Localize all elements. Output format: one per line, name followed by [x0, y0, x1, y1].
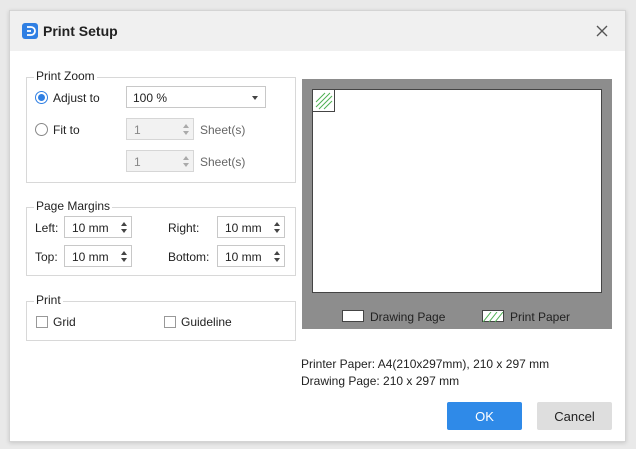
fit-to-height-value: 1: [134, 155, 141, 169]
stepper-down-icon[interactable]: [274, 229, 280, 233]
grid-checkbox[interactable]: [36, 316, 48, 328]
left-margin-label: Left:: [35, 221, 59, 235]
bottom-margin-label: Bottom:: [168, 250, 210, 264]
adjust-to-radio[interactable]: [35, 91, 48, 104]
stepper-up-icon[interactable]: [183, 124, 189, 128]
drawing-page-preview: [313, 90, 335, 112]
fit-to-height-stepper[interactable]: 1: [126, 150, 194, 172]
top-margin-label: Top:: [35, 250, 58, 264]
bottom-margin-stepper[interactable]: 10 mm: [217, 245, 285, 267]
dialog-title: Print Setup: [43, 23, 118, 39]
top-margin-value: 10 mm: [72, 250, 109, 264]
fit-to-radio[interactable]: [35, 123, 48, 136]
sheets-label-2: Sheet(s): [200, 155, 246, 169]
right-margin-value: 10 mm: [225, 221, 262, 235]
adjust-to-label[interactable]: Adjust to: [53, 91, 100, 105]
top-margin-stepper[interactable]: 10 mm: [64, 245, 132, 267]
print-zoom-legend: Print Zoom: [34, 69, 97, 83]
zoom-value: 100 %: [133, 91, 168, 105]
print-legend: Print: [34, 293, 63, 307]
stepper-down-icon[interactable]: [183, 131, 189, 135]
stepper-down-icon[interactable]: [274, 258, 280, 262]
print-paper-swatch: [482, 310, 504, 323]
print-preview: Drawing Page Print Paper: [302, 79, 612, 329]
page-margins-legend: Page Margins: [34, 199, 113, 213]
left-margin-value: 10 mm: [72, 221, 109, 235]
zoom-select[interactable]: 100 %: [126, 86, 266, 108]
title-bar: Print Setup: [10, 11, 625, 51]
fit-to-label[interactable]: Fit to: [53, 123, 80, 137]
grid-label[interactable]: Grid: [53, 315, 76, 329]
right-margin-stepper[interactable]: 10 mm: [217, 216, 285, 238]
drawing-page-info: Drawing Page: 210 x 297 mm: [301, 374, 460, 388]
guideline-label[interactable]: Guideline: [181, 315, 232, 329]
print-setup-dialog: Print Setup Print Zoom Adjust to 100 % F…: [9, 10, 626, 442]
app-logo-icon: [22, 23, 38, 39]
ok-button[interactable]: OK: [447, 402, 522, 430]
stepper-up-icon[interactable]: [121, 251, 127, 255]
cancel-button[interactable]: Cancel: [537, 402, 612, 430]
chevron-down-icon: [252, 96, 258, 100]
stepper-down-icon[interactable]: [121, 258, 127, 262]
stepper-up-icon[interactable]: [183, 156, 189, 160]
fit-to-width-stepper[interactable]: 1: [126, 118, 194, 140]
stepper-up-icon[interactable]: [274, 222, 280, 226]
drawing-page-legend: Drawing Page: [370, 310, 446, 324]
sheets-label-1: Sheet(s): [200, 123, 246, 137]
print-paper-legend: Print Paper: [510, 310, 571, 324]
close-icon[interactable]: [593, 22, 611, 40]
stepper-down-icon[interactable]: [121, 229, 127, 233]
stepper-down-icon[interactable]: [183, 163, 189, 167]
printer-paper-info: Printer Paper: A4(210x297mm), 210 x 297 …: [301, 357, 550, 371]
stepper-up-icon[interactable]: [274, 251, 280, 255]
bottom-margin-value: 10 mm: [225, 250, 262, 264]
guideline-checkbox[interactable]: [164, 316, 176, 328]
stepper-up-icon[interactable]: [121, 222, 127, 226]
print-paper-preview: [312, 89, 602, 293]
left-margin-stepper[interactable]: 10 mm: [64, 216, 132, 238]
drawing-page-swatch: [342, 310, 364, 322]
right-margin-label: Right:: [168, 221, 200, 235]
fit-to-width-value: 1: [134, 123, 141, 137]
